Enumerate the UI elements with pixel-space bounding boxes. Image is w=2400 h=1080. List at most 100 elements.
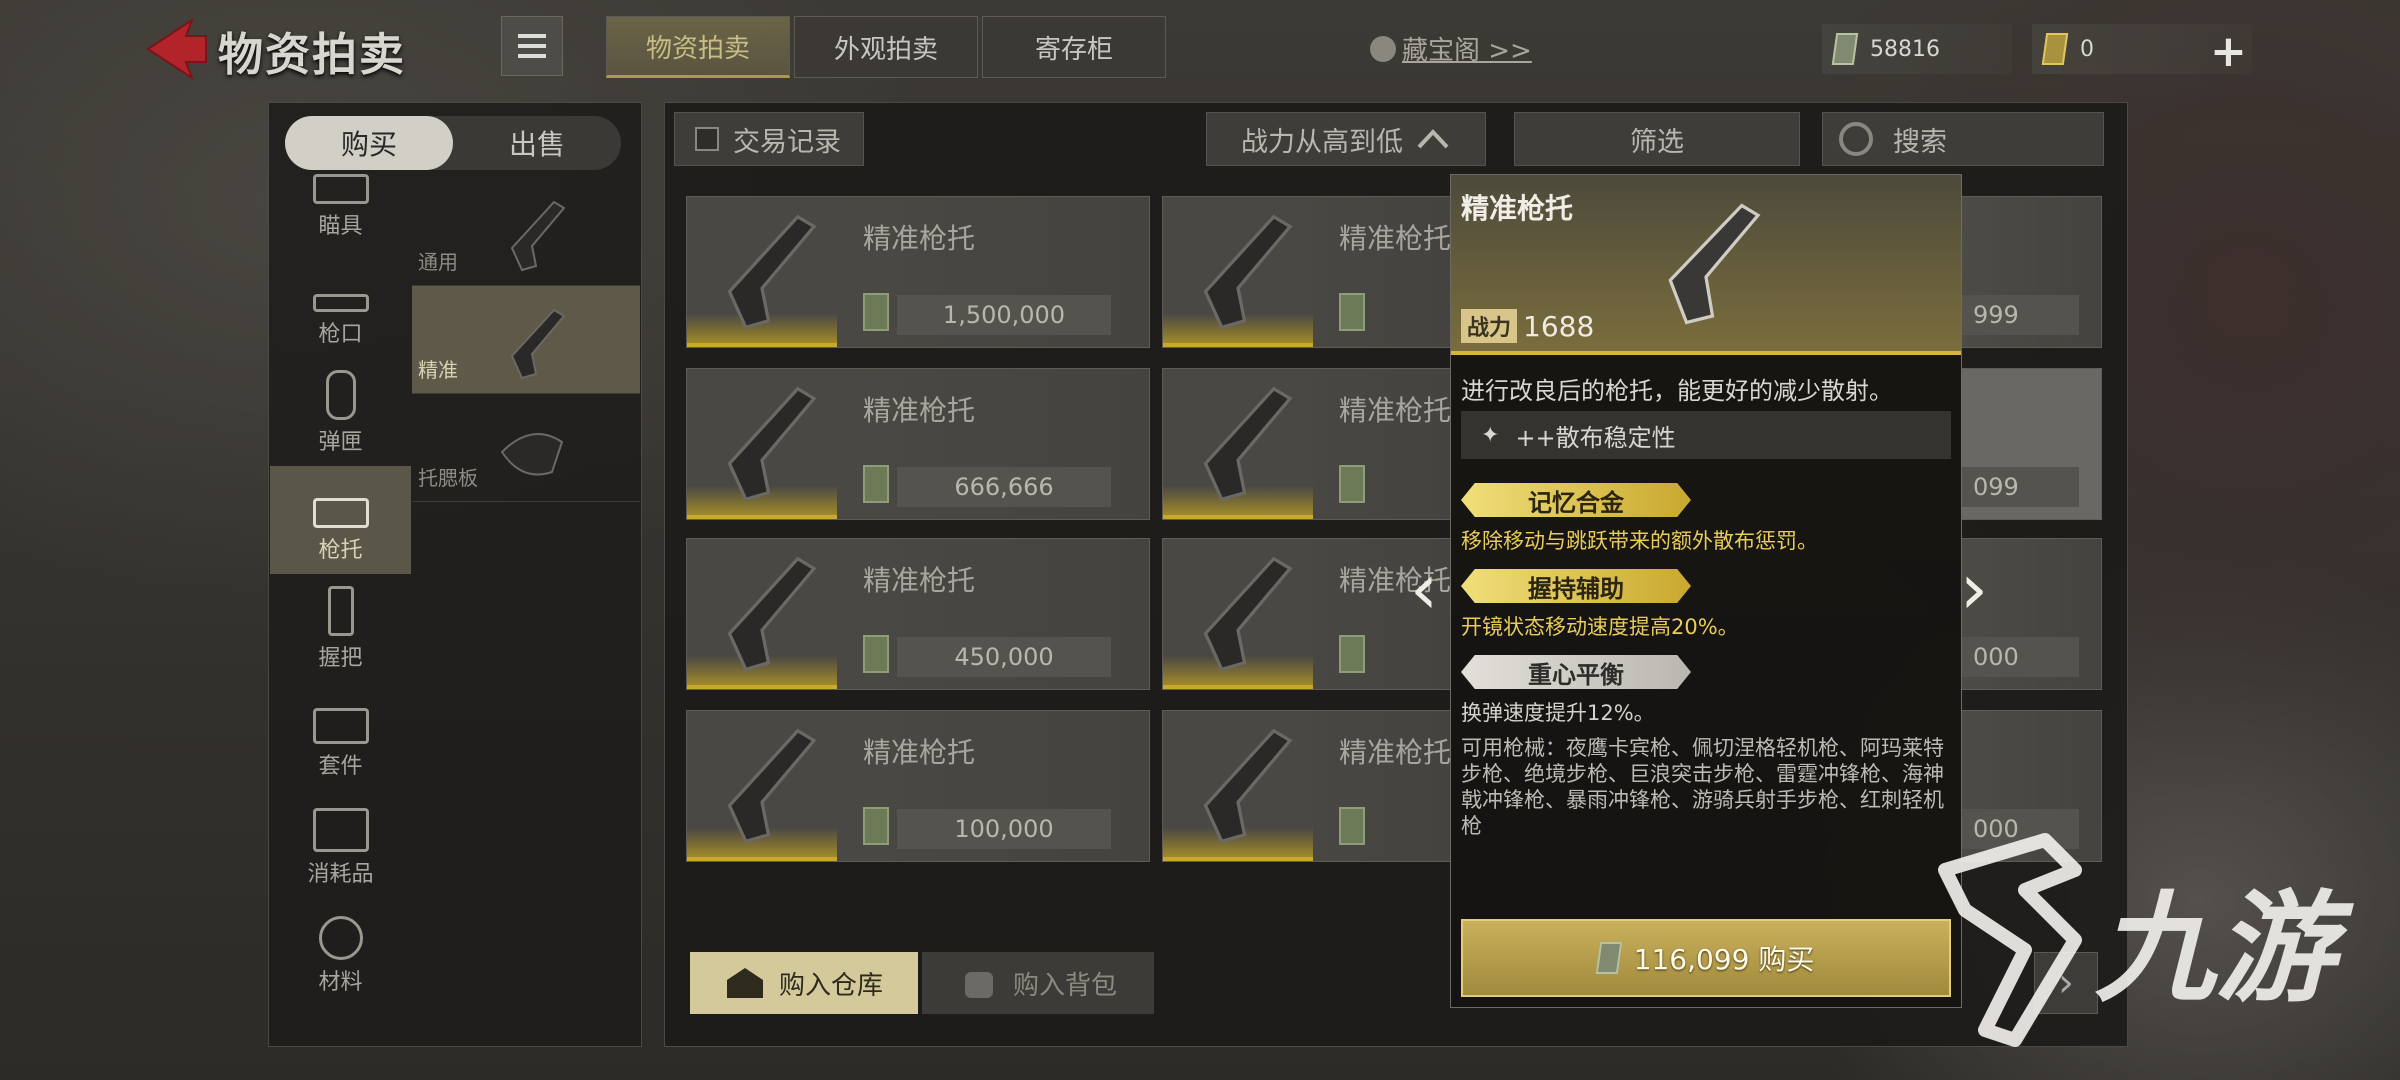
warehouse-label: 购入仓库 <box>778 970 883 1001</box>
money-icon <box>863 465 889 503</box>
listing-card[interactable]: 精准枪托 <box>1162 710 1452 862</box>
category-stock[interactable]: 枪托 <box>270 466 411 574</box>
item-price: 1,500,000 <box>897 295 1111 335</box>
item-name: 精准枪托 <box>863 222 976 255</box>
category-label: 枪托 <box>318 538 363 563</box>
listing-card[interactable]: 精准枪托 666,666 <box>686 368 1150 520</box>
perk-badge: 握持辅助 <box>1461 569 1691 603</box>
muzzle-icon <box>312 294 369 312</box>
listing-card[interactable]: 999 <box>1960 196 2102 348</box>
money-icon <box>1339 293 1365 331</box>
menu-button[interactable] <box>501 16 563 76</box>
stock-icon <box>312 498 369 528</box>
category-kit[interactable]: 套件 <box>270 682 411 790</box>
chevron-up-icon <box>1417 129 1449 149</box>
stock-icon <box>1203 728 1293 844</box>
item-name: 精准枪托 <box>1339 394 1452 427</box>
sell-tab[interactable]: 出售 <box>453 116 621 170</box>
listing-card[interactable]: 精准枪托 100,000 <box>686 710 1150 862</box>
category-material[interactable]: 材料 <box>270 898 411 1006</box>
consumable-icon <box>312 808 369 852</box>
item-description: 进行改良后的枪托，能更好的减少散射。 <box>1461 377 1893 405</box>
prev-arrow-icon[interactable]: ‹ <box>1410 548 1438 630</box>
treasure-link[interactable]: 藏宝阁 >> <box>1370 30 1532 67</box>
trade-record-button[interactable]: 交易记录 <box>674 112 864 166</box>
perk-description: 开镜状态移动速度提高20%。 <box>1461 615 1739 639</box>
category-muzzle[interactable]: 枪口 <box>270 250 411 358</box>
item-price: 100,000 <box>897 809 1111 849</box>
compatible-guns: 可用枪械：夜鹰卡宾枪、佩切涅格轻机枪、阿玛莱特步枪、绝境步枪、巨浪突击步枪、雷霆… <box>1461 736 1944 838</box>
backpack-label: 购入背包 <box>1012 970 1117 1001</box>
subcategory-general[interactable]: 通用 <box>412 178 640 286</box>
checkbox-icon <box>695 127 719 151</box>
item-thumbnail <box>687 539 837 689</box>
category-consumable[interactable]: 消耗品 <box>270 790 411 898</box>
subcategory-precision[interactable]: 精准 <box>412 286 640 394</box>
item-thumbnail <box>687 197 837 347</box>
money-value: 58816 <box>1870 36 1940 62</box>
buy-to-backpack-button[interactable]: 购入背包 <box>922 952 1154 1014</box>
item-price: 000 <box>1961 637 2079 677</box>
listing-card[interactable]: 精准枪托 <box>1162 196 1452 348</box>
buy-button[interactable]: 116,099 购买 <box>1461 919 1951 997</box>
listing-card[interactable]: 精准枪托 1,500,000 <box>686 196 1150 348</box>
popup-title: 精准枪托 <box>1461 192 1574 225</box>
category-magazine[interactable]: 弹匣 <box>270 358 411 466</box>
warehouse-icon <box>726 968 763 998</box>
subcategory-label: 精准 <box>418 358 458 382</box>
money-icon <box>1831 33 1859 65</box>
add-currency-button[interactable]: + <box>2210 26 2247 77</box>
backpack-icon <box>964 972 993 998</box>
subcategory-cheekpad[interactable]: 托腮板 <box>412 394 640 502</box>
money-balance: 58816 <box>1822 24 2012 74</box>
next-arrow-icon[interactable]: › <box>1960 548 1988 630</box>
item-price: 450,000 <box>897 637 1111 677</box>
tab-item-auction[interactable]: 物资拍卖 <box>606 16 790 78</box>
category-label: 弹匣 <box>318 430 363 455</box>
stock-icon <box>1203 556 1293 672</box>
category-label: 握把 <box>318 646 363 671</box>
item-price: 999 <box>1961 295 2079 335</box>
category-grip[interactable]: 握把 <box>270 574 411 682</box>
item-name: 精准枪托 <box>863 736 976 769</box>
magazine-icon <box>325 370 356 420</box>
listing-card[interactable]: 精准枪托 <box>1162 368 1452 520</box>
ticket-value: 0 <box>2080 36 2094 62</box>
buy-to-warehouse-button[interactable]: 购入仓库 <box>690 952 918 1014</box>
item-thumbnail <box>687 369 837 519</box>
material-icon <box>318 916 363 960</box>
ticket-icon <box>2041 33 2069 65</box>
menu-icon <box>518 34 546 38</box>
kit-icon <box>312 708 369 744</box>
stock-icon <box>510 308 566 380</box>
tab-locker[interactable]: 寄存柜 <box>982 16 1166 78</box>
subcategory-label: 通用 <box>418 250 458 274</box>
tab-appearance-auction[interactable]: 外观拍卖 <box>794 16 978 78</box>
money-icon <box>863 635 889 673</box>
stock-icon <box>727 386 817 502</box>
search-button[interactable]: 搜索 <box>1822 112 2104 166</box>
scope-icon <box>312 174 369 204</box>
filter-button[interactable]: 筛选 <box>1514 112 1800 166</box>
category-scope[interactable]: 瞄具 <box>270 142 411 250</box>
search-icon <box>1839 122 1873 156</box>
category-misc[interactable] <box>270 1006 411 1008</box>
item-thumbnail <box>1163 711 1313 861</box>
listing-card[interactable]: 精准枪托 450,000 <box>686 538 1150 690</box>
item-thumbnail <box>687 711 837 861</box>
back-arrow-icon[interactable] <box>140 18 210 80</box>
listing-card[interactable]: 精准枪托 <box>1162 538 1452 690</box>
listing-card[interactable]: 099 <box>1960 368 2102 520</box>
perk-badge: 记忆合金 <box>1461 483 1691 517</box>
perk-description: 移除移动与跳跃带来的额外散布惩罚。 <box>1461 529 1818 553</box>
money-icon <box>1339 465 1365 503</box>
money-icon <box>863 293 889 331</box>
search-label: 搜索 <box>1893 126 1947 158</box>
category-label: 消耗品 <box>307 862 374 887</box>
sort-dropdown[interactable]: 战力从高到低 <box>1206 112 1486 166</box>
item-thumbnail <box>1163 539 1313 689</box>
perk-badge: 重心平衡 <box>1461 655 1691 689</box>
item-price: 666,666 <box>897 467 1111 507</box>
category-label: 材料 <box>318 970 363 995</box>
stock-icon <box>510 200 566 272</box>
